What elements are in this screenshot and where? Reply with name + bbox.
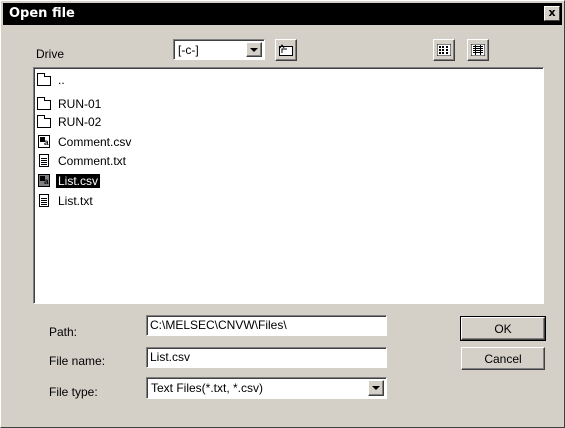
file-name-label: File name: bbox=[49, 354, 106, 368]
folder-icon bbox=[37, 96, 52, 111]
list-item-name: RUN-01 bbox=[58, 96, 102, 111]
list-item[interactable]: Comment.txt bbox=[37, 152, 128, 169]
list-item-name: List.csv bbox=[56, 173, 101, 188]
file-name-value: List.csv bbox=[150, 350, 191, 364]
close-button[interactable]: x bbox=[544, 6, 560, 21]
drive-select-value: [-c-] bbox=[178, 43, 199, 57]
ok-button[interactable]: OK bbox=[460, 316, 546, 341]
list-item-name: Comment.csv bbox=[58, 134, 132, 149]
folder-icon bbox=[37, 72, 52, 87]
folder-icon bbox=[37, 114, 52, 129]
list-view-button[interactable] bbox=[433, 39, 455, 61]
details-view-icon bbox=[471, 44, 485, 56]
details-view-button[interactable] bbox=[467, 39, 489, 61]
list-item[interactable]: .. bbox=[37, 71, 67, 88]
cancel-button-label: Cancel bbox=[484, 351, 522, 366]
list-item-name: RUN-02 bbox=[58, 114, 102, 129]
drive-select[interactable]: [-c-] bbox=[173, 39, 265, 60]
file-type-value: Text Files(*.txt, *.csv) bbox=[151, 381, 264, 395]
dialog-title: Open file bbox=[9, 6, 75, 21]
list-item-name: .. bbox=[58, 72, 65, 87]
list-item[interactable]: Comment.csv bbox=[37, 133, 133, 150]
list-item[interactable]: List.txt bbox=[37, 192, 95, 209]
path-label: Path: bbox=[49, 325, 78, 339]
list-item[interactable]: RUN-02 bbox=[37, 113, 103, 130]
list-item-selected[interactable]: List.csv bbox=[37, 172, 101, 189]
text-file-icon bbox=[37, 193, 52, 208]
list-view-icon bbox=[437, 44, 451, 56]
file-type-select[interactable]: Text Files(*.txt, *.csv) bbox=[146, 377, 387, 399]
file-name-field[interactable]: List.csv bbox=[146, 347, 387, 368]
list-item-name: List.txt bbox=[58, 193, 93, 208]
path-value: C:\MELSEC\CNVW\Files\ bbox=[150, 318, 287, 332]
up-folder-icon bbox=[279, 44, 293, 56]
list-item-name: Comment.txt bbox=[58, 153, 127, 168]
file-list[interactable]: .. RUN-01 RUN-02 Comment.csv Comment.txt… bbox=[33, 67, 544, 304]
ok-button-label: OK bbox=[494, 321, 512, 336]
open-file-dialog: Open file x Drive [-c-] .. RUN-01 RUN-02… bbox=[0, 0, 565, 428]
path-field[interactable]: C:\MELSEC\CNVW\Files\ bbox=[146, 315, 387, 336]
cancel-button[interactable]: Cancel bbox=[461, 347, 545, 370]
drive-label: Drive bbox=[36, 47, 65, 61]
list-item[interactable]: RUN-01 bbox=[37, 95, 103, 112]
up-folder-button[interactable] bbox=[275, 39, 297, 61]
text-file-icon bbox=[37, 153, 52, 168]
csv-file-icon bbox=[37, 134, 52, 149]
file-type-dropdown-button[interactable] bbox=[368, 380, 384, 396]
drive-dropdown-button[interactable] bbox=[246, 42, 262, 57]
chevron-down-icon bbox=[372, 386, 380, 390]
file-type-label: File type: bbox=[49, 385, 98, 399]
title-bar[interactable]: Open file x bbox=[3, 3, 562, 25]
close-icon: x bbox=[548, 6, 556, 19]
chevron-down-icon bbox=[250, 47, 258, 52]
csv-file-icon bbox=[37, 173, 52, 188]
